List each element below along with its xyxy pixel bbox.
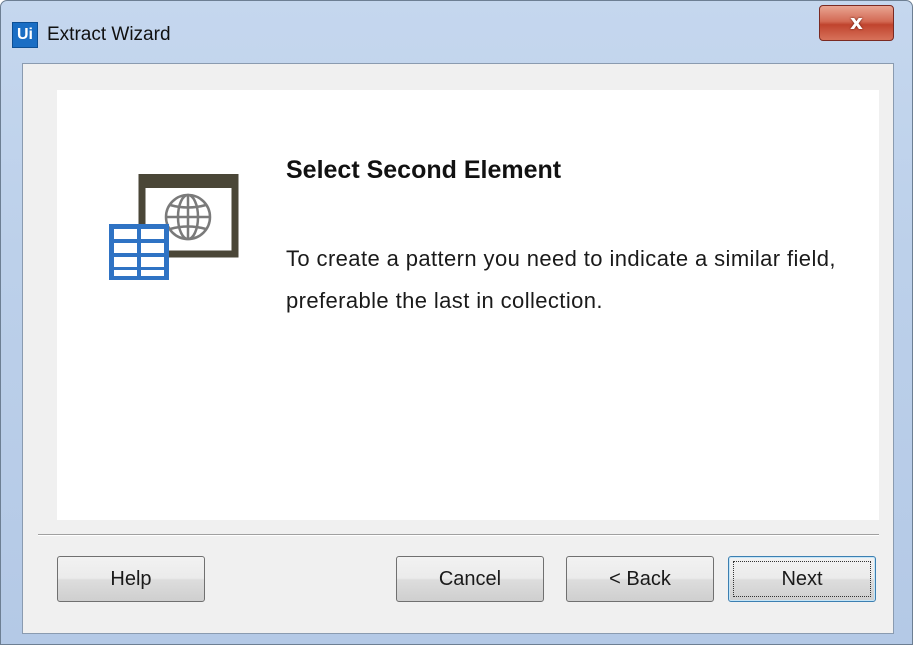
title-bar[interactable]: Ui Extract Wizard x <box>1 1 912 63</box>
footer-separator <box>38 534 879 536</box>
extract-structured-data-icon <box>109 174 239 280</box>
wizard-content-panel: Select Second Element To create a patter… <box>57 90 879 520</box>
globe-icon <box>164 193 212 241</box>
uipath-app-icon: Ui <box>12 22 38 48</box>
next-button-label: Next <box>781 568 823 590</box>
extract-wizard-window: Ui Extract Wizard x Select Second Elemen… <box>0 0 913 645</box>
table-grid-icon <box>109 224 169 280</box>
next-button[interactable]: Next <box>728 556 876 602</box>
cancel-button[interactable]: Cancel <box>396 556 544 602</box>
wizard-description: To create a pattern you need to indicate… <box>286 246 836 313</box>
wizard-heading: Select Second Element <box>286 156 562 184</box>
window-title: Extract Wizard <box>47 24 171 45</box>
help-button[interactable]: Help <box>57 556 205 602</box>
back-button[interactable]: < Back <box>566 556 714 602</box>
dialog-body: Select Second Element To create a patter… <box>22 63 894 634</box>
close-button[interactable]: x <box>819 5 894 41</box>
close-icon: x <box>850 10 863 34</box>
